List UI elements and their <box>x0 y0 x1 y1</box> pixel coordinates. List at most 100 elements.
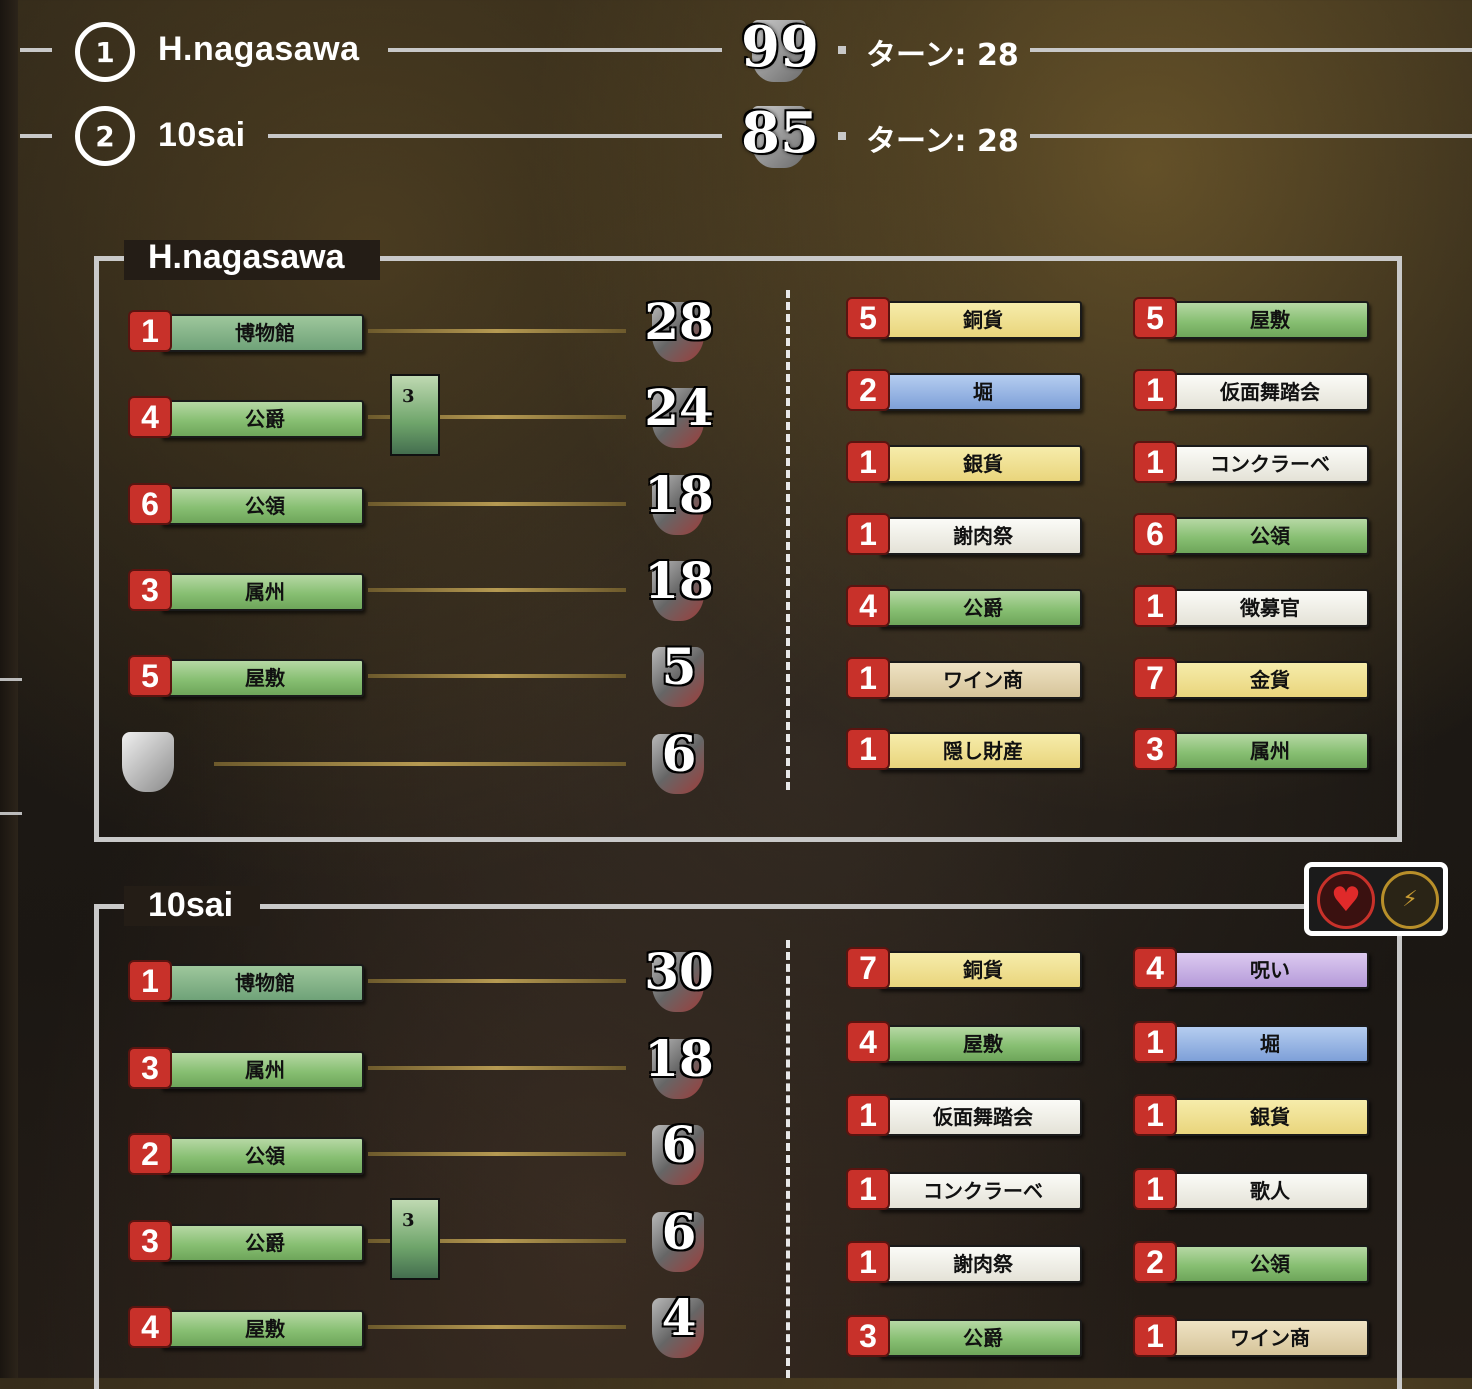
card-count: 1 <box>848 514 888 553</box>
card-count: 1 <box>1135 1022 1175 1061</box>
card-label-deck[interactable]: 3 属州 <box>1135 728 1371 771</box>
card-label-score[interactable]: 1 博物館 <box>130 960 366 1002</box>
panel-divider <box>786 290 790 790</box>
card-count: 2 <box>1135 1243 1175 1282</box>
card-count: 1 <box>848 1169 888 1208</box>
total-score: 85 <box>741 100 819 166</box>
card-label-deck[interactable]: 7 銅貨 <box>848 947 1084 989</box>
card-score: 30 <box>644 942 714 1001</box>
card-score: 6 <box>661 1115 697 1174</box>
card-label-score[interactable]: 4 屋敷 <box>130 1306 366 1348</box>
card-name: コンクラーベ <box>923 1178 1043 1203</box>
card-name: 屋敷 <box>1250 308 1290 332</box>
panel-player-name: 10sai <box>148 886 234 924</box>
edge-marker <box>0 678 22 681</box>
card-label-deck[interactable]: 1 ワイン商 <box>848 657 1084 699</box>
card-count: 3 <box>848 1317 888 1355</box>
mini-card-icon[interactable]: 3 <box>390 374 440 457</box>
card-name: 謝肉祭 <box>953 523 1013 548</box>
heart-icon[interactable]: ♥ <box>1317 871 1375 929</box>
card-label-deck[interactable]: 1 謝肉祭 <box>848 513 1084 555</box>
card-label-deck[interactable]: 7 金貨 <box>1135 657 1371 699</box>
card-label-deck[interactable]: 1 銀貨 <box>1135 1094 1371 1137</box>
turn-count: ターン: 28 <box>866 124 1019 159</box>
card-label-score[interactable]: 3 属州 <box>130 1047 366 1089</box>
card-count: 1 <box>1135 1096 1175 1135</box>
card-name: 博物館 <box>235 971 295 995</box>
mini-card-icon[interactable]: 3 <box>390 1197 440 1280</box>
score-leader-line <box>368 501 626 506</box>
card-count: 1 <box>1135 370 1175 409</box>
rank-line <box>388 48 722 52</box>
card-name: 銅貨 <box>963 958 1003 982</box>
card-label-deck[interactable]: 1堀 <box>1135 1021 1371 1063</box>
card-name: ワイン商 <box>1230 1326 1310 1350</box>
card-label-score[interactable]: 4 公爵 <box>130 396 366 439</box>
card-name: 歌人 <box>1250 1178 1290 1203</box>
card-label-score[interactable]: 3 公爵 <box>130 1220 366 1262</box>
card-count: 1 <box>1135 1317 1175 1355</box>
card-count: 1 <box>848 1243 888 1282</box>
card-count: 1 <box>848 1096 888 1135</box>
card-name: 金貨 <box>1250 667 1290 692</box>
card-count: 1 <box>848 730 888 769</box>
total-score: 99 <box>741 14 819 80</box>
card-label-deck[interactable]: 1 銀貨 <box>848 441 1084 483</box>
card-name: コンクラーベ <box>1210 451 1330 476</box>
card-label-deck[interactable]: 1 ワイン商 <box>1135 1315 1371 1357</box>
card-name: 公領 <box>1250 523 1290 548</box>
card-label-score[interactable]: 3 属州 <box>130 569 366 611</box>
card-label-deck[interactable]: 5 屋敷 <box>1135 297 1371 339</box>
rank-line-left <box>20 48 52 52</box>
card-name: 仮面舞踏会 <box>933 1105 1033 1130</box>
card-count: 3 <box>130 1048 170 1087</box>
score-leader-line <box>368 329 626 333</box>
card-label-score[interactable]: 1 博物館 <box>130 310 366 352</box>
card-label-deck[interactable]: 1 謝肉祭 <box>848 1241 1084 1284</box>
card-label-deck[interactable]: 1 仮面舞踏会 <box>1135 369 1371 411</box>
card-count: 1 <box>130 962 170 1000</box>
card-label-deck[interactable]: 1 コンクラーベ <box>848 1168 1084 1210</box>
card-name: 属州 <box>245 579 285 604</box>
card-label-deck[interactable]: 1 徴募官 <box>1135 585 1371 627</box>
turn-count: ターン: 28 <box>866 38 1019 73</box>
card-label-deck[interactable]: 1 歌人 <box>1135 1168 1371 1210</box>
card-label-deck[interactable]: 2堀 <box>848 369 1084 411</box>
card-label-deck[interactable]: 1 コンクラーベ <box>1135 441 1371 483</box>
card-name: 銅貨 <box>963 308 1003 332</box>
card-label-deck[interactable]: 4 屋敷 <box>848 1021 1084 1063</box>
rank-line-left <box>20 134 52 138</box>
card-score: 18 <box>644 550 714 610</box>
card-name: 堀 <box>973 379 993 404</box>
card-name: 屋敷 <box>245 1317 285 1341</box>
card-label-deck[interactable]: 2 公領 <box>1135 1241 1371 1284</box>
card-name: 属州 <box>1250 739 1290 764</box>
card-label-deck[interactable]: 1 隠し財産 <box>848 728 1084 771</box>
card-count: 3 <box>130 1221 170 1260</box>
card-label-deck[interactable]: 6 公領 <box>1135 513 1371 555</box>
card-label-deck[interactable]: 3 公爵 <box>848 1315 1084 1357</box>
card-label-deck[interactable]: 4 呪い <box>1135 947 1371 989</box>
card-count: 6 <box>1135 514 1175 553</box>
card-count: 6 <box>130 484 170 523</box>
card-label-deck[interactable]: 5 銅貨 <box>848 297 1084 339</box>
bolt-icon[interactable]: ⚡ <box>1381 871 1439 929</box>
card-label-score[interactable]: 6 公領 <box>130 483 366 525</box>
card-count: 4 <box>848 1022 888 1061</box>
rank-line <box>1030 134 1472 138</box>
card-label-score[interactable]: 2 公領 <box>130 1133 366 1175</box>
card-name: 徴募官 <box>1240 595 1300 620</box>
card-name: 呪い <box>1250 958 1290 982</box>
card-name: 隠し財産 <box>943 739 1023 764</box>
victory-token-icon <box>122 731 174 792</box>
card-label-deck[interactable]: 1 仮面舞踏会 <box>848 1094 1084 1137</box>
card-label-score[interactable]: 5 屋敷 <box>130 655 366 698</box>
card-count: 1 <box>848 442 888 481</box>
card-count: 4 <box>130 1308 170 1346</box>
left-edge-strip <box>0 0 18 1378</box>
card-count: 3 <box>130 570 170 609</box>
score-leader-line <box>368 1065 626 1070</box>
card-label-deck[interactable]: 4 公爵 <box>848 585 1084 627</box>
card-name: 公領 <box>1250 1252 1290 1277</box>
card-name: 公爵 <box>245 407 285 432</box>
